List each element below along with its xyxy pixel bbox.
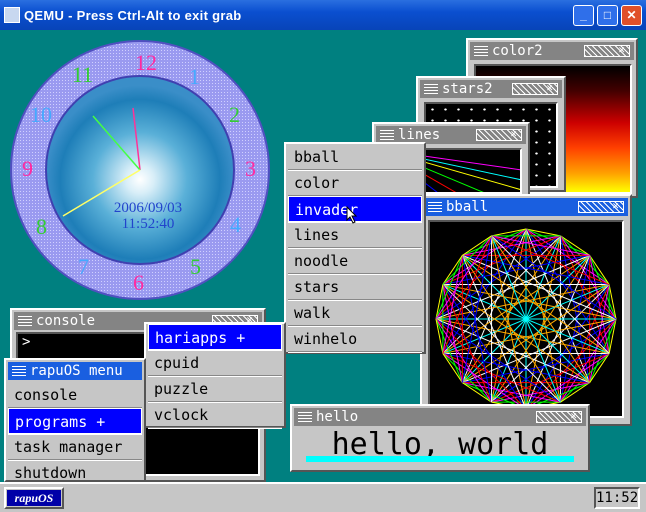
grip-icon <box>474 46 488 56</box>
menu-item-winhelo[interactable]: winhelo <box>288 326 422 352</box>
clock-numeral: 11 <box>72 62 94 87</box>
window-close-icon[interactable] <box>476 127 522 141</box>
window-title: bball <box>446 199 489 215</box>
grip-icon <box>424 84 438 94</box>
menu-item-walk[interactable]: walk <box>288 300 422 326</box>
window-titlebar[interactable]: bball <box>424 198 628 216</box>
menu-item-task-manager[interactable]: task manager <box>8 434 142 460</box>
clock-numeral: 3 <box>245 156 256 181</box>
clock-date: 2006/09/03 <box>113 200 183 216</box>
bball-canvas <box>428 220 624 418</box>
window-close-icon[interactable] <box>578 199 624 213</box>
grip-icon <box>428 202 442 212</box>
window-hello[interactable]: hello hello, world <box>290 404 590 472</box>
menu-item-noodle[interactable]: noodle <box>288 248 422 274</box>
clock-numeral: 1 <box>189 64 200 89</box>
menu-item-lines[interactable]: lines <box>288 222 422 248</box>
window-title: hello <box>316 409 359 425</box>
main-menu-title: rapuOS menu <box>30 363 123 379</box>
clock-time: 11:52:40 <box>121 216 175 232</box>
window-title: stars2 <box>442 81 493 97</box>
clock-numeral: 9 <box>22 156 33 181</box>
window-close-icon[interactable] <box>536 409 582 423</box>
clock-numeral: 4 <box>230 212 241 237</box>
grip-icon <box>298 412 312 422</box>
window-titlebar[interactable]: stars2 <box>420 80 562 98</box>
menu-item-stars[interactable]: stars <box>288 274 422 300</box>
qemu-titlebar: QEMU - Press Ctrl-Alt to exit grab _ □ ✕ <box>0 0 646 30</box>
clock-numeral: 5 <box>190 254 201 279</box>
analog-clock-widget: 12 1 2 3 4 5 6 7 8 9 10 11 2006/09/03 11… <box>8 38 272 302</box>
menu-item-console[interactable]: console <box>8 382 142 408</box>
menu-item-cpuid[interactable]: cpuid <box>148 350 282 376</box>
qemu-app-icon <box>4 7 20 23</box>
grip-icon <box>380 130 394 140</box>
menu-item-vclock[interactable]: vclock <box>148 402 282 428</box>
window-titlebar[interactable]: color2 <box>470 42 634 60</box>
window-title: color2 <box>492 43 543 59</box>
clock-numeral: 10 <box>30 102 52 127</box>
start-button[interactable]: rapuOS <box>4 487 64 509</box>
window-titlebar[interactable]: hello <box>294 408 586 426</box>
grip-icon <box>12 366 26 376</box>
mouse-cursor-icon <box>346 206 358 224</box>
menu-item-puzzle[interactable]: puzzle <box>148 376 282 402</box>
menu-item-hariapps[interactable]: hariapps + <box>148 324 282 350</box>
grip-icon <box>18 316 32 326</box>
menu-item-programs[interactable]: programs + <box>8 408 142 434</box>
main-menu: rapuOS menu console programs + task mana… <box>4 358 146 486</box>
hello-underline-bar <box>306 456 574 462</box>
taskbar-clock: 11:52 <box>594 487 640 509</box>
window-bball[interactable]: bball <box>420 194 632 426</box>
clock-numeral: 6 <box>133 270 144 295</box>
window-close-icon[interactable] <box>584 43 630 57</box>
clock-numeral: 2 <box>229 102 240 127</box>
analog-clock-face <box>10 40 270 300</box>
main-menu-titlebar: rapuOS menu <box>8 362 142 380</box>
clock-numeral: 8 <box>36 214 47 239</box>
minimize-button[interactable]: _ <box>573 5 594 26</box>
start-button-label: rapuOS <box>7 490 61 506</box>
close-button[interactable]: ✕ <box>621 5 642 26</box>
menu-item-color[interactable]: color <box>288 170 422 196</box>
menu-item-bball[interactable]: bball <box>288 144 422 170</box>
window-title: console <box>36 313 96 329</box>
bball-lines-graphic <box>435 228 617 410</box>
maximize-button[interactable]: □ <box>597 5 618 26</box>
clock-numeral: 7 <box>78 254 89 279</box>
qemu-title: QEMU - Press Ctrl-Alt to exit grab <box>24 8 242 23</box>
console-prompt: > <box>22 334 31 350</box>
taskbar: rapuOS 11:52 <box>0 482 646 512</box>
window-close-icon[interactable] <box>512 81 558 95</box>
clock-numeral: 12 <box>135 50 157 75</box>
apps-menu: bball color invader lines noodle stars w… <box>284 142 426 354</box>
programs-submenu: hariapps + cpuid puzzle vclock <box>144 322 286 428</box>
